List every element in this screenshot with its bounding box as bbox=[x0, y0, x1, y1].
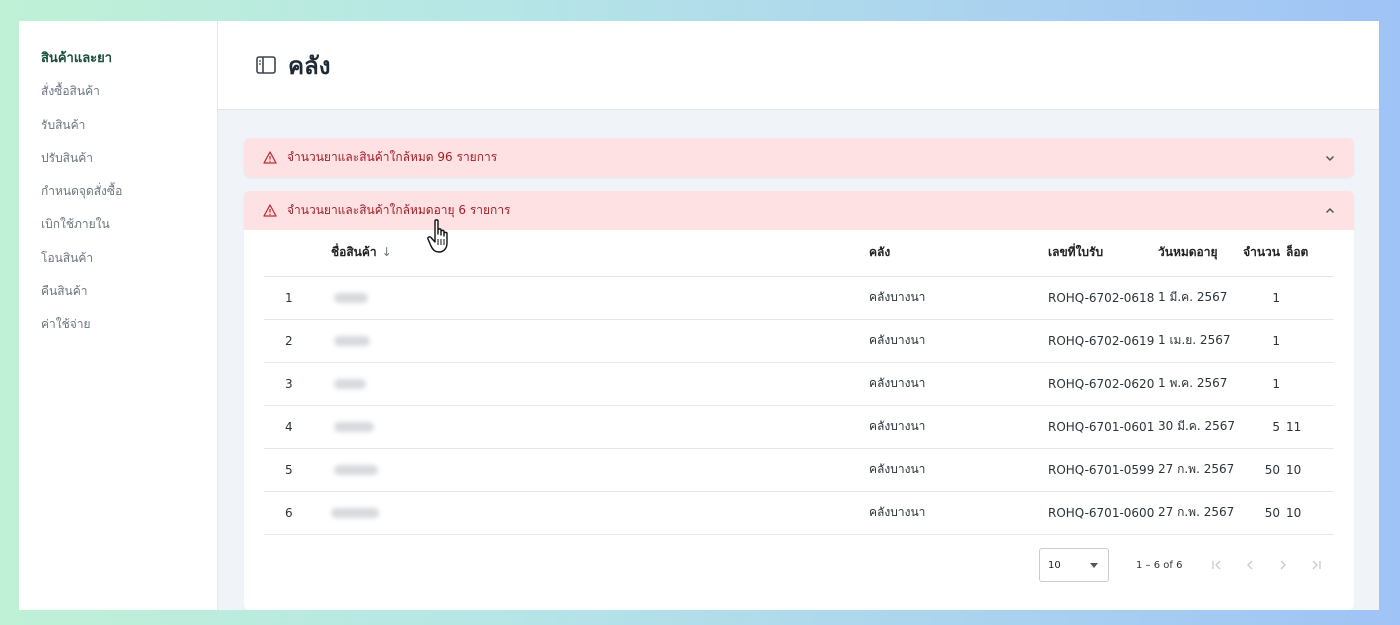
expiry-table-panel: ชื่อสินค้า ↓ คลัง เลขที่ใบรับ วันหมดอายุ … bbox=[244, 230, 1354, 610]
col-expiry-date: วันหมดอายุ bbox=[1158, 230, 1240, 277]
row-warehouse: คลังบางนา bbox=[864, 405, 1043, 449]
expiry-table: ชื่อสินค้า ↓ คลัง เลขที่ใบรับ วันหมดอายุ … bbox=[264, 230, 1334, 535]
alert-near-expiry-text: จำนวนยาและสินค้าใกล้หมดอายุ 6 รายการ bbox=[287, 203, 511, 217]
table-row[interactable]: 4 คลังบางนา ROHQ-6701-0601 30 มี.ค. 2567… bbox=[264, 405, 1334, 449]
row-expiry-date: 27 ก.พ. 2567 bbox=[1158, 491, 1240, 535]
warning-icon bbox=[263, 151, 277, 164]
last-page-icon bbox=[1312, 560, 1321, 570]
row-expiry-date: 1 พ.ค. 2567 bbox=[1158, 362, 1240, 406]
page-size-select[interactable]: 10 bbox=[1039, 548, 1109, 582]
last-page-button[interactable] bbox=[1299, 553, 1332, 577]
row-lot: 10 bbox=[1283, 491, 1334, 535]
col-lot: ล็อต bbox=[1283, 230, 1334, 277]
col-receipt-no: เลขที่ใบรับ bbox=[1043, 230, 1158, 277]
row-quantity: 1 bbox=[1240, 276, 1283, 320]
page-size-value: 10 bbox=[1048, 559, 1061, 571]
sidebar-item-return[interactable]: คืนสินค้า bbox=[19, 283, 217, 316]
alert-low-stock-text: จำนวนยาและสินค้าใกล้หมด 96 รายการ bbox=[287, 150, 498, 164]
row-lot bbox=[1283, 362, 1334, 406]
product-name-blurred bbox=[331, 319, 864, 363]
page-title: คลัง bbox=[288, 51, 331, 80]
caret-down-icon bbox=[1090, 562, 1098, 568]
row-receipt-no: ROHQ-6702-0618 bbox=[1043, 276, 1158, 320]
row-lot bbox=[1283, 276, 1334, 320]
row-warehouse: คลังบางนา bbox=[864, 362, 1043, 406]
row-quantity: 50 bbox=[1240, 491, 1283, 535]
page-header: คลัง bbox=[218, 21, 1379, 110]
sidebar-item-purchase-order[interactable]: สั่งซื้อสินค้า bbox=[19, 83, 217, 116]
chevron-down-icon[interactable] bbox=[1324, 152, 1336, 164]
row-expiry-date: 1 มี.ค. 2567 bbox=[1158, 276, 1240, 320]
product-name-blurred bbox=[331, 405, 864, 449]
product-name-blurred bbox=[331, 276, 864, 320]
col-index bbox=[264, 230, 331, 277]
row-quantity: 1 bbox=[1240, 362, 1283, 406]
table-row[interactable]: 2 คลังบางนา ROHQ-6702-0619 1 เม.ย. 2567 … bbox=[264, 319, 1334, 363]
row-quantity: 50 bbox=[1240, 448, 1283, 492]
sidebar-item-receive[interactable]: รับสินค้า bbox=[19, 117, 217, 150]
table-row[interactable]: 3 คลังบางนา ROHQ-6702-0620 1 พ.ค. 2567 1 bbox=[264, 362, 1334, 406]
row-expiry-date: 30 มี.ค. 2567 bbox=[1158, 405, 1240, 449]
table-row[interactable]: 6 คลังบางนา ROHQ-6701-0600 27 ก.พ. 2567 … bbox=[264, 491, 1334, 535]
panel-icon[interactable] bbox=[256, 56, 276, 74]
row-warehouse: คลังบางนา bbox=[864, 319, 1043, 363]
next-page-button[interactable] bbox=[1266, 553, 1299, 577]
product-name-blurred bbox=[331, 491, 864, 535]
row-lot bbox=[1283, 319, 1334, 363]
row-index: 3 bbox=[264, 362, 331, 406]
sidebar-item-reorder-point[interactable]: กำหนดจุดสั่งซื้อ bbox=[19, 183, 217, 216]
row-index: 4 bbox=[264, 405, 331, 449]
sidebar-item-products[interactable]: สินค้าและยา bbox=[19, 50, 217, 83]
product-name-blurred bbox=[331, 362, 864, 406]
product-name-blurred bbox=[331, 448, 864, 492]
row-receipt-no: ROHQ-6701-0600 bbox=[1043, 491, 1158, 535]
row-lot: 10 bbox=[1283, 448, 1334, 492]
row-receipt-no: ROHQ-6701-0599 bbox=[1043, 448, 1158, 492]
chevron-right-icon bbox=[1280, 560, 1286, 570]
chevron-left-icon bbox=[1246, 560, 1253, 570]
chevron-up-icon[interactable] bbox=[1324, 205, 1336, 217]
row-receipt-no: ROHQ-6702-0619 bbox=[1043, 319, 1158, 363]
warning-icon bbox=[263, 204, 277, 217]
row-index: 2 bbox=[264, 319, 331, 363]
pagination-range: 1 – 6 of 6 bbox=[1136, 559, 1183, 571]
row-warehouse: คลังบางนา bbox=[864, 491, 1043, 535]
sidebar-item-adjust[interactable]: ปรับสินค้า bbox=[19, 150, 217, 183]
alert-low-stock[interactable]: จำนวนยาและสินค้าใกล้หมด 96 รายการ bbox=[244, 138, 1354, 177]
table-row[interactable]: 5 คลังบางนา ROHQ-6701-0599 27 ก.พ. 2567 … bbox=[264, 448, 1334, 492]
sort-down-icon[interactable]: ↓ bbox=[382, 245, 392, 259]
row-warehouse: คลังบางนา bbox=[864, 276, 1043, 320]
row-expiry-date: 1 เม.ย. 2567 bbox=[1158, 319, 1240, 363]
sidebar-item-internal-use[interactable]: เบิกใช้ภายใน bbox=[19, 216, 217, 249]
row-receipt-no: ROHQ-6701-0601 bbox=[1043, 405, 1158, 449]
row-lot: 11 bbox=[1283, 405, 1334, 449]
sidebar: สินค้าและยา สั่งซื้อสินค้า รับสินค้า ปรั… bbox=[19, 21, 218, 610]
row-index: 1 bbox=[264, 276, 331, 320]
row-index: 5 bbox=[264, 448, 331, 492]
col-product-name-label: ชื่อสินค้า bbox=[331, 245, 377, 260]
sidebar-item-expenses[interactable]: ค่าใช้จ่าย bbox=[19, 316, 217, 349]
row-receipt-no: ROHQ-6702-0620 bbox=[1043, 362, 1158, 406]
row-index: 6 bbox=[264, 491, 331, 535]
table-header-row: ชื่อสินค้า ↓ คลัง เลขที่ใบรับ วันหมดอายุ … bbox=[264, 230, 1334, 277]
first-page-button[interactable] bbox=[1200, 553, 1233, 577]
prev-page-button[interactable] bbox=[1233, 553, 1266, 577]
first-page-icon bbox=[1212, 560, 1221, 570]
col-warehouse: คลัง bbox=[864, 230, 1043, 277]
col-product-name[interactable]: ชื่อสินค้า ↓ bbox=[331, 230, 864, 277]
content: จำนวนยาและสินค้าใกล้หมด 96 รายการ จำนวนย… bbox=[218, 110, 1379, 610]
row-quantity: 1 bbox=[1240, 319, 1283, 363]
row-warehouse: คลังบางนา bbox=[864, 448, 1043, 492]
main-area: คลัง จำนวนยาและสินค้าใกล้หมด 96 รายการ จ… bbox=[218, 21, 1379, 610]
col-quantity: จำนวน bbox=[1240, 230, 1283, 277]
table-row[interactable]: 1 คลังบางนา ROHQ-6702-0618 1 มี.ค. 2567 … bbox=[264, 276, 1334, 320]
app-window: สินค้าและยา สั่งซื้อสินค้า รับสินค้า ปรั… bbox=[19, 21, 1379, 610]
pagination: 10 1 – 6 of 6 bbox=[1039, 548, 1332, 582]
row-quantity: 5 bbox=[1240, 405, 1283, 449]
row-expiry-date: 27 ก.พ. 2567 bbox=[1158, 448, 1240, 492]
alert-near-expiry[interactable]: จำนวนยาและสินค้าใกล้หมดอายุ 6 รายการ bbox=[244, 191, 1354, 230]
sidebar-item-transfer[interactable]: โอนสินค้า bbox=[19, 250, 217, 283]
